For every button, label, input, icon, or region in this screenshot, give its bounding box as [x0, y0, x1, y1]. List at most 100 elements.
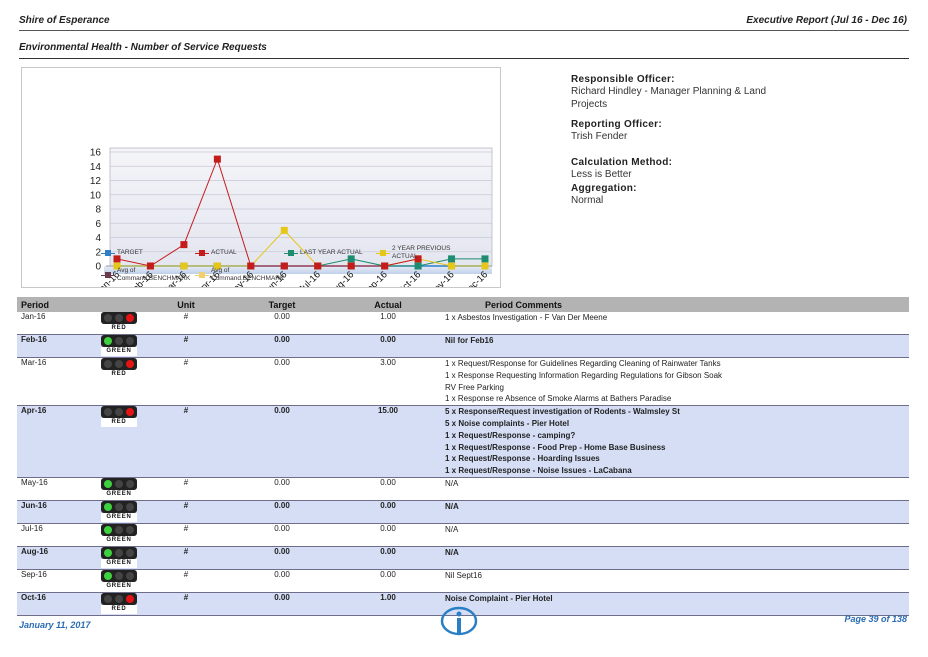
responsible-officer-label: Responsible Officer:: [571, 74, 675, 85]
data-point: [314, 262, 322, 270]
status-light: RED: [93, 357, 143, 407]
actual-cell: 0.00: [335, 500, 441, 524]
table-row: Sep-16 GREEN #0.00 0.00 Nil Sept16: [17, 569, 909, 593]
y-tick-label: 10: [90, 190, 102, 201]
unit-cell: #: [143, 477, 229, 501]
status-light: RED: [93, 405, 143, 478]
table-row: Aug-16 GREEN #0.00 0.00 N/A: [17, 546, 909, 570]
actual-cell: 1.00: [335, 592, 441, 616]
traffic-light-icon: [101, 406, 137, 419]
status-label: GREEN: [101, 558, 137, 568]
unit-cell: #: [143, 592, 229, 616]
traffic-light-icon: [101, 335, 137, 347]
unit-cell: #: [143, 357, 229, 407]
status-label: RED: [101, 418, 137, 428]
y-tick-label: 6: [95, 219, 101, 230]
comment-line: Noise Complaint - Pier Hotel: [445, 593, 553, 603]
traffic-light-icon: [101, 569, 137, 582]
comment-line: 1 x Asbestos Investigation - F Van Der M…: [445, 313, 608, 322]
footer-page-number: Page 39 of 138: [844, 614, 907, 624]
comments-cell: 1 x Asbestos Investigation - F Van Der M…: [441, 312, 909, 335]
aggregation-label: Aggregation:: [571, 183, 637, 194]
comment-line: RV Free Parking: [445, 382, 504, 392]
actual-cell: 0.00: [335, 569, 441, 593]
comment-line: 5 x Response/Request investigation of Ro…: [445, 407, 680, 417]
period-cell: Jul-16: [17, 523, 93, 547]
header-actual: Actual: [335, 297, 441, 312]
data-point: [180, 241, 188, 249]
status-light: GREEN: [93, 334, 143, 358]
data-point: [448, 262, 456, 270]
actual-cell: 0.00: [335, 334, 441, 358]
status-label: RED: [101, 604, 137, 614]
data-point: [347, 255, 355, 263]
table-header-row: Period Unit Target Actual Period Comment…: [17, 297, 909, 312]
calculation-method-label: Calculation Method:: [571, 157, 673, 168]
target-cell: 0.00: [229, 569, 335, 593]
status-light: GREEN: [93, 500, 143, 524]
y-tick-label: 8: [95, 205, 101, 216]
header-report-title: Executive Report (Jul 16 - Dec 16): [746, 15, 907, 26]
header-target: Target: [229, 297, 335, 312]
target-cell: 0.00: [229, 312, 335, 335]
period-cell: Apr-16: [17, 405, 93, 478]
header-comments: Period Comments: [441, 297, 909, 312]
comment-line: 1 x Request/Response - Noise Issues - La…: [445, 466, 632, 476]
data-point: [280, 262, 288, 270]
y-tick-label: 2: [95, 247, 101, 258]
page-subtitle: Environmental Health - Number of Service…: [19, 42, 267, 53]
status-light: RED: [93, 592, 143, 616]
data-point: [448, 255, 456, 263]
data-point: [481, 255, 489, 263]
status-light: GREEN: [93, 569, 143, 593]
comments-cell: N/A: [441, 523, 909, 547]
status-label: RED: [101, 370, 137, 379]
status-light: GREEN: [93, 477, 143, 501]
period-cell: May-16: [17, 477, 93, 501]
status-light: GREEN: [93, 546, 143, 570]
header-period: Period: [17, 297, 93, 312]
period-cell: Sep-16: [17, 569, 93, 593]
target-cell: 0.00: [229, 405, 335, 478]
target-cell: 0.00: [229, 592, 335, 616]
traffic-light-icon: [101, 592, 137, 605]
comments-cell: N/A: [441, 477, 909, 501]
data-point: [347, 262, 355, 270]
reporting-officer-label: Reporting Officer:: [571, 119, 662, 130]
y-tick-label: 14: [90, 162, 102, 173]
comments-cell: Nil Sept16: [441, 569, 909, 593]
target-cell: 0.00: [229, 477, 335, 501]
table-row: Jul-16 GREEN #0.00 0.00 N/A: [17, 523, 909, 547]
responsible-officer-value: Richard Hindley - Manager Planning & Lan…: [571, 86, 767, 110]
y-tick-label: 16: [90, 148, 102, 159]
subtitle-divider: [19, 58, 909, 59]
comment-line: 1 x Request/Response - Hoarding Issues: [445, 454, 600, 464]
unit-cell: #: [143, 334, 229, 358]
table-row: Apr-16 RED #0.00 15.00 5 x Response/Request …: [17, 405, 909, 478]
period-cell: Jan-16: [17, 312, 93, 335]
actual-cell: 0.00: [335, 546, 441, 570]
traffic-light-icon: [101, 358, 137, 370]
comments-cell: N/A: [441, 546, 909, 570]
status-label: RED: [101, 324, 137, 333]
unit-cell: #: [143, 523, 229, 547]
table-row: Jan-16 RED #0.00 1.00 1 x Asbestos Investiga…: [17, 312, 909, 335]
comment-line: 1 x Request/Response for Guidelines Rega…: [445, 359, 721, 368]
data-point: [113, 255, 121, 263]
comment-line: 1 x Response re Absence of Smoke Alarms …: [445, 394, 672, 404]
y-tick-label: 4: [95, 233, 101, 244]
comments-cell: Nil for Feb16: [441, 334, 909, 358]
actual-cell: 0.00: [335, 523, 441, 547]
data-point: [146, 262, 154, 270]
data-point: [213, 262, 221, 270]
data-point: [247, 262, 255, 270]
table-row: Jun-16 GREEN #0.00 0.00 N/A: [17, 500, 909, 524]
comments-cell: Noise Complaint - Pier Hotel: [441, 592, 909, 616]
calculation-method-value: Less is Better: [571, 169, 632, 180]
footer-date: January 11, 2017: [19, 620, 91, 630]
chart-floor: [104, 266, 492, 274]
unit-cell: #: [143, 500, 229, 524]
actual-cell: 15.00: [335, 405, 441, 478]
status-label: GREEN: [101, 512, 137, 522]
period-cell: Mar-16: [17, 357, 93, 407]
